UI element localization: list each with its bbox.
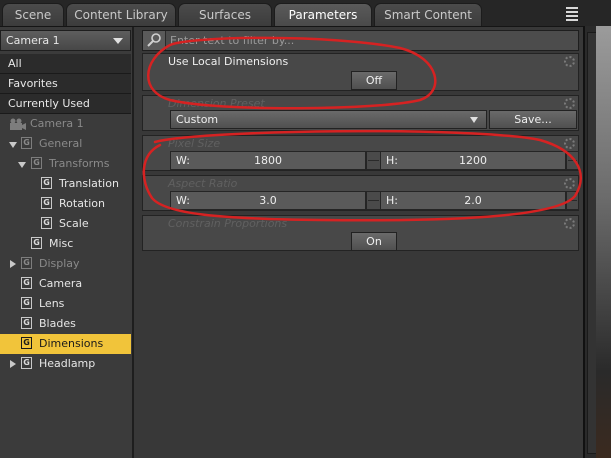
param-title: Pixel Size <box>168 137 221 150</box>
pixel-height-slider[interactable] <box>566 151 579 170</box>
tree-item-headlamp[interactable]: G Headlamp <box>0 354 131 374</box>
param-title: Aspect Ratio <box>168 177 238 190</box>
tree-item-misc[interactable]: G Misc <box>0 234 131 254</box>
tab-parameters[interactable]: Parameters <box>274 3 372 26</box>
tab-smart-content[interactable]: Smart Content <box>374 3 482 26</box>
tree-item-general[interactable]: G General <box>0 134 131 154</box>
node-selector-value: Camera 1 <box>6 34 60 47</box>
group-icon: G <box>21 257 32 269</box>
group-icon: G <box>21 137 32 149</box>
tree-item-label: Misc <box>49 237 74 250</box>
field-value: 3.0 <box>259 194 277 207</box>
param-aspect-ratio: Aspect Ratio W: 3.0 H: 2.0 <box>142 175 579 211</box>
chevron-down-icon <box>113 38 123 44</box>
group-icon: G <box>21 277 32 289</box>
group-icon: G <box>21 357 32 369</box>
tree-item-label: Rotation <box>59 197 106 210</box>
preset-dropdown[interactable]: Custom <box>170 110 487 129</box>
filter-input[interactable] <box>170 32 570 49</box>
tree-item-translation[interactable]: G Translation <box>0 174 131 194</box>
tree-item-label: Headlamp <box>39 357 96 370</box>
pixel-height-field[interactable]: H: 1200 <box>380 151 566 170</box>
tree-item-blades[interactable]: G Blades <box>0 314 131 334</box>
aspect-height-slider[interactable] <box>566 191 579 210</box>
parameters-pane: Use Local Dimensions Off Dimension Prese… <box>134 27 583 458</box>
tree-item-label: Lens <box>39 297 65 310</box>
viewport-edge <box>596 26 611 458</box>
panel-tab-bar: Scene Content Library Surfaces Parameter… <box>0 0 611 27</box>
expand-arrow-icon[interactable] <box>9 142 17 148</box>
aspect-height-field[interactable]: H: 2.0 <box>380 191 566 210</box>
param-dimension-preset: Dimension Preset Custom Save... <box>142 95 579 131</box>
tree-item-label: Translation <box>59 177 119 190</box>
filter-currently-used[interactable]: Currently Used <box>0 94 131 114</box>
filter-favorites[interactable]: Favorites <box>0 74 131 94</box>
filter-all[interactable]: All <box>0 54 131 74</box>
gear-icon[interactable] <box>564 98 575 109</box>
param-title: Dimension Preset <box>168 97 265 110</box>
aspect-width-slider[interactable] <box>366 191 381 210</box>
tab-content-library[interactable]: Content Library <box>66 3 176 26</box>
tree-item-label: Camera <box>39 277 83 290</box>
aspect-width-field[interactable]: W: 3.0 <box>170 191 366 210</box>
panel-menu-button[interactable] <box>562 3 582 23</box>
menu-lines-icon <box>566 7 578 9</box>
save-preset-button[interactable]: Save... <box>489 110 577 129</box>
gear-icon[interactable] <box>564 138 575 149</box>
gear-icon[interactable] <box>564 218 575 229</box>
tree-item-label: Blades <box>39 317 76 330</box>
field-value: 2.0 <box>464 194 482 207</box>
gear-icon[interactable] <box>564 56 575 67</box>
gear-icon[interactable] <box>564 178 575 189</box>
collapse-arrow-icon[interactable] <box>10 260 16 268</box>
camera-icon <box>10 118 26 130</box>
tree-item-lens[interactable]: G Lens <box>0 294 131 314</box>
group-icon: G <box>21 337 32 349</box>
field-value: 1200 <box>459 154 487 167</box>
tree-item-rotation[interactable]: G Rotation <box>0 194 131 214</box>
group-icon: G <box>21 297 32 309</box>
tree-item-label: Display <box>39 257 80 270</box>
param-title: Use Local Dimensions <box>168 55 289 68</box>
tree-item-label: Scale <box>59 217 89 230</box>
local-dimensions-toggle[interactable]: Off <box>351 71 397 90</box>
tree-item-dimensions[interactable]: G Dimensions <box>0 334 131 354</box>
tree-item-display[interactable]: G Display <box>0 254 131 274</box>
group-icon: G <box>41 177 52 189</box>
param-use-local-dimensions: Use Local Dimensions Off <box>142 53 579 91</box>
collapse-arrow-icon[interactable] <box>10 360 16 368</box>
search-icon <box>147 33 161 47</box>
tree-item-scale[interactable]: G Scale <box>0 214 131 234</box>
search-button[interactable] <box>143 31 166 50</box>
tree-item-transforms[interactable]: G Transforms <box>0 154 131 174</box>
chevron-down-icon <box>470 117 478 123</box>
property-groups-pane: Camera 1 All Favorites Currently Used Ca… <box>0 27 134 458</box>
field-value: 1800 <box>254 154 282 167</box>
group-icon: G <box>21 317 32 329</box>
param-pixel-size: Pixel Size W: 1800 H: 1200 <box>142 135 579 171</box>
tree-item-label: Camera 1 <box>30 117 84 130</box>
tree-item-label: Transforms <box>49 157 110 170</box>
tab-scene[interactable]: Scene <box>2 3 64 26</box>
group-icon: G <box>31 157 42 169</box>
tree-item-camera-1[interactable]: Camera 1 <box>0 114 131 134</box>
param-title: Constrain Proportions <box>168 217 288 230</box>
constrain-proportions-toggle[interactable]: On <box>351 232 397 251</box>
tab-surfaces[interactable]: Surfaces <box>178 3 272 26</box>
group-icon: G <box>41 197 52 209</box>
param-constrain-proportions: Constrain Proportions On <box>142 215 579 251</box>
group-icon: G <box>31 237 42 249</box>
pixel-width-field[interactable]: W: 1800 <box>170 151 366 170</box>
group-icon: G <box>41 217 52 229</box>
filter-bar <box>142 30 579 51</box>
tree-item-camera[interactable]: G Camera <box>0 274 131 294</box>
node-selector-dropdown[interactable]: Camera 1 <box>0 30 131 51</box>
preset-value: Custom <box>176 113 219 126</box>
tree-item-label: Dimensions <box>39 337 104 350</box>
expand-arrow-icon[interactable] <box>18 162 26 168</box>
tree-item-label: General <box>39 137 83 150</box>
pixel-width-slider[interactable] <box>366 151 381 170</box>
